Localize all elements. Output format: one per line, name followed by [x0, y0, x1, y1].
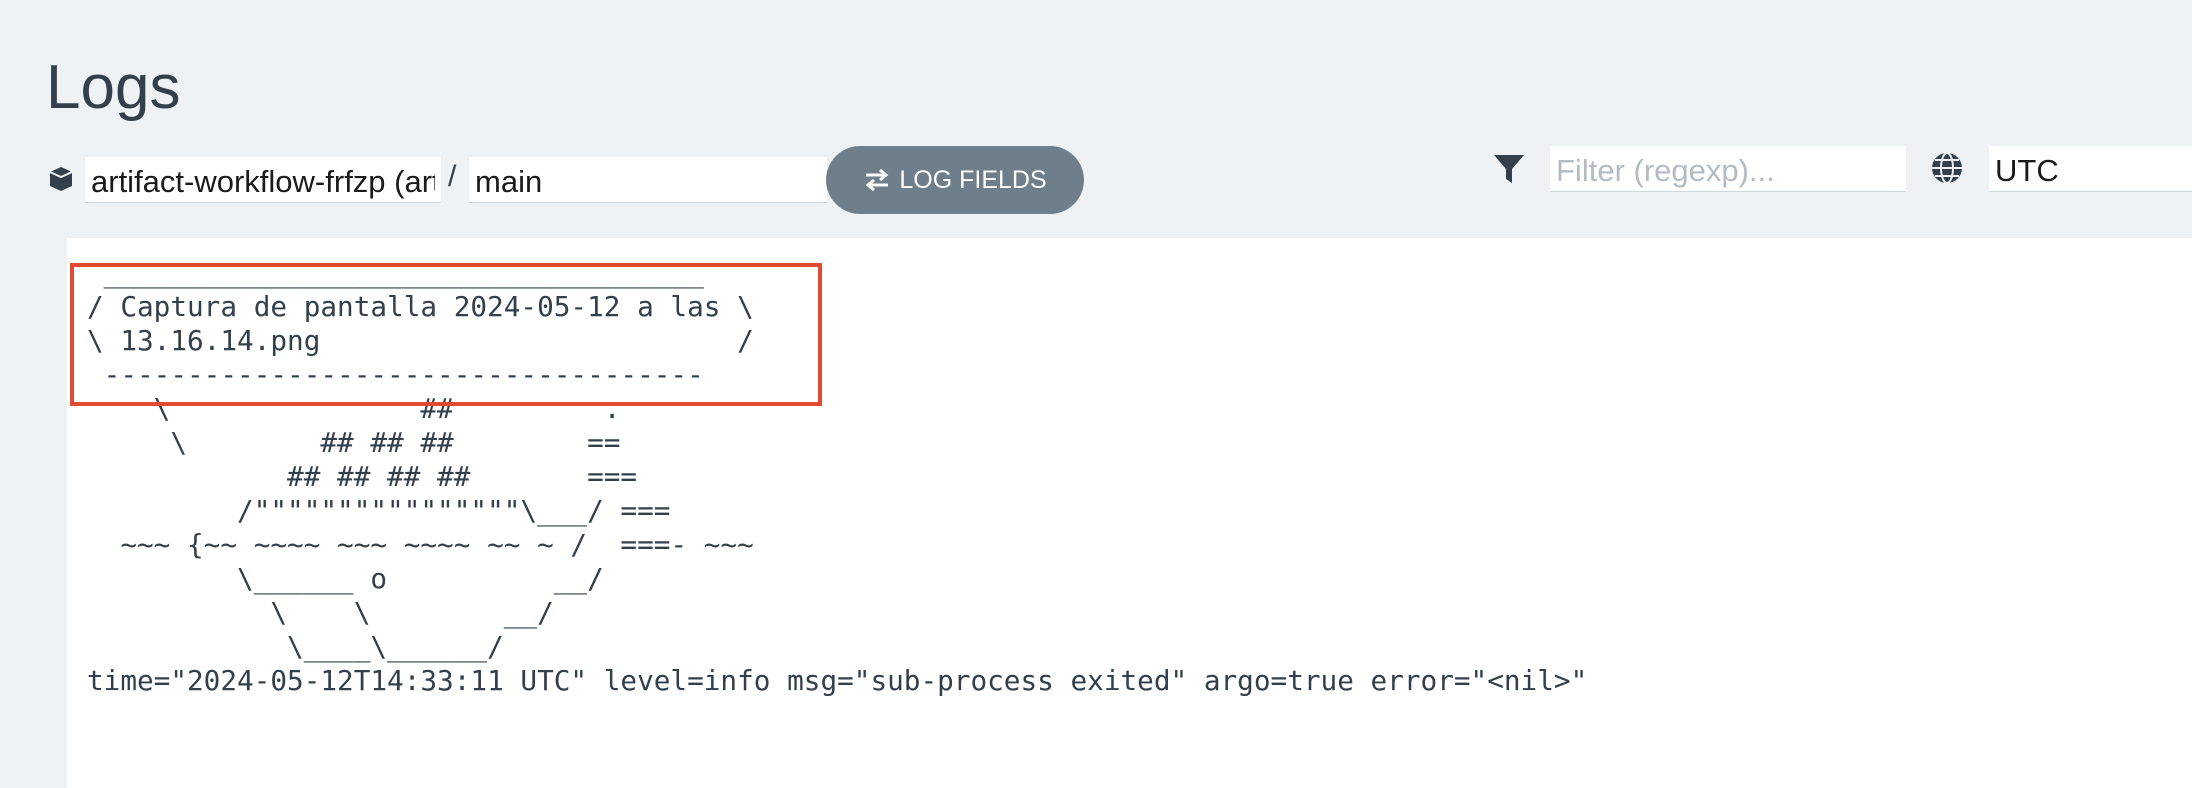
- logs-page: Logs / LOG FIELDS: [0, 0, 2192, 788]
- log-output-panel: ____________________________________ / C…: [67, 238, 2192, 788]
- log-line: \______ o __/: [87, 562, 604, 595]
- path-separator: /: [448, 160, 457, 193]
- container-select[interactable]: [469, 157, 827, 203]
- highlight-annotation-box: [70, 263, 822, 406]
- log-line: \____\______/: [87, 630, 504, 663]
- swap-arrows-icon: [863, 167, 891, 193]
- log-line: time="2024-05-12T14:33:11 UTC" level=inf…: [87, 664, 1588, 697]
- log-line: ## ## ## ## ===: [87, 460, 638, 493]
- filter-regexp-input[interactable]: [1550, 146, 1906, 192]
- log-line: ~~~ {~~ ~~~~ ~~~ ~~~~ ~~ ~ / ===- ~~~: [87, 528, 754, 561]
- timezone-input[interactable]: [1989, 146, 2192, 192]
- log-line: /""""""""""""""""\___/ ===: [87, 494, 671, 527]
- cube-icon: [46, 163, 76, 193]
- log-line: \ ## ## ## ==: [87, 426, 621, 459]
- funnel-icon: [1492, 152, 1526, 186]
- log-fields-label: LOG FIELDS: [899, 165, 1047, 194]
- log-fields-button[interactable]: LOG FIELDS: [826, 146, 1084, 214]
- globe-icon: [1930, 151, 1964, 185]
- page-title: Logs: [46, 53, 181, 122]
- log-line: \ \ __/: [87, 596, 554, 629]
- workflow-pod-select[interactable]: [85, 157, 441, 203]
